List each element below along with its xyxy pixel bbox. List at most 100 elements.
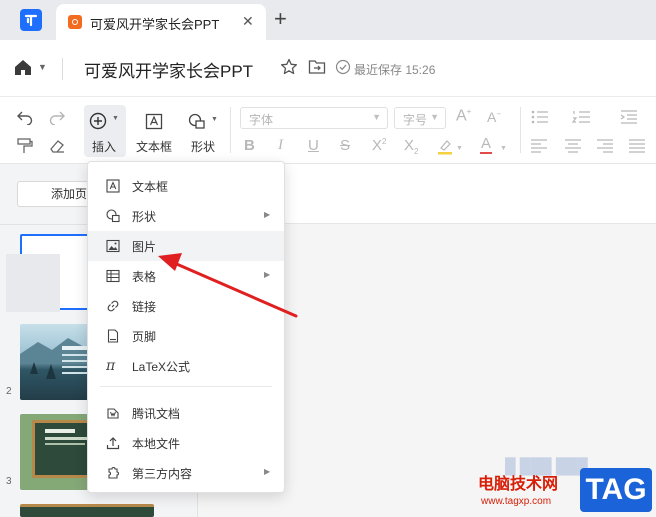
shape-chevron-icon: ▼ bbox=[211, 116, 218, 123]
insert-menu: 文本框 形状 ▶ 图片 表格 ▶ 链接 页脚 π LaTeX公式 腾讯文档 本地… bbox=[87, 161, 285, 493]
divider bbox=[520, 107, 521, 153]
pi-icon: π bbox=[106, 358, 116, 374]
app-logo-icon[interactable] bbox=[20, 9, 42, 31]
toolbar: ▼ 插入 文本框 ▼ 形状 字体 ▼ 字号 ▼ A+ A− B I U S X2… bbox=[0, 96, 656, 164]
menu-item-label: 本地文件 bbox=[132, 437, 181, 451]
menu-item-label: 链接 bbox=[132, 300, 157, 314]
chevron-down-icon: ▼ bbox=[430, 112, 439, 122]
home-icon[interactable] bbox=[13, 58, 33, 76]
align-center-icon[interactable] bbox=[564, 139, 582, 153]
font-family-select[interactable]: 字体 ▼ bbox=[240, 107, 388, 129]
menu-item-tencent-docs[interactable]: 腾讯文档 bbox=[88, 398, 284, 428]
star-icon[interactable] bbox=[280, 58, 298, 76]
redo-icon[interactable] bbox=[48, 109, 66, 125]
numbered-list-icon[interactable] bbox=[572, 109, 592, 125]
align-left-icon[interactable] bbox=[530, 139, 548, 153]
bullet-list-icon[interactable] bbox=[530, 109, 550, 125]
chevron-down-icon[interactable]: ▼ bbox=[456, 145, 463, 152]
submenu-arrow-icon: ▶ bbox=[264, 210, 271, 219]
insert-chevron-icon: ▼ bbox=[112, 115, 119, 122]
menu-item-label: 形状 bbox=[132, 210, 157, 224]
textbox-button[interactable]: 文本框 bbox=[132, 105, 176, 157]
document-tab[interactable]: 可爱风开学家长会PPT ✕ bbox=[56, 4, 266, 40]
bold-icon[interactable]: B bbox=[244, 137, 255, 154]
divider bbox=[62, 58, 63, 80]
menu-item-label: 文本框 bbox=[132, 180, 169, 194]
plus-circle-icon bbox=[89, 112, 107, 130]
menu-item-local-file[interactable]: 本地文件 bbox=[88, 428, 284, 458]
justify-icon[interactable] bbox=[628, 139, 646, 153]
menu-item-link[interactable]: 链接 bbox=[88, 291, 284, 321]
slide-number: 3 bbox=[6, 476, 12, 487]
slide-thumbnail-overlay bbox=[6, 254, 60, 312]
menu-item-footer[interactable]: 页脚 bbox=[88, 321, 284, 351]
textbox-icon bbox=[106, 179, 120, 193]
watermark-tag-badge: TAG bbox=[580, 468, 652, 512]
menu-item-table[interactable]: 表格 ▶ bbox=[88, 261, 284, 291]
shape-icon bbox=[106, 209, 120, 223]
menu-item-textbox[interactable]: 文本框 bbox=[88, 171, 284, 201]
tab-bar: 可爱风开学家长会PPT ✕ + bbox=[0, 0, 656, 40]
watermark-url: www.tagxp.com bbox=[481, 496, 552, 507]
tab-close-icon[interactable]: ✕ bbox=[242, 13, 254, 29]
menu-item-label: 页脚 bbox=[132, 330, 157, 344]
shape-label: 形状 bbox=[191, 140, 216, 154]
eraser-icon[interactable] bbox=[48, 137, 66, 155]
footer-icon bbox=[107, 329, 119, 343]
strikethrough-icon[interactable]: S bbox=[340, 137, 350, 154]
textbox-icon bbox=[145, 113, 163, 130]
slide-number: 2 bbox=[6, 386, 12, 397]
move-to-folder-icon[interactable] bbox=[308, 59, 326, 75]
watermark-site-name: 电脑技术网 bbox=[478, 476, 559, 493]
menu-item-third-party-content[interactable]: 第三方内容 ▶ bbox=[88, 458, 284, 488]
menu-item-label: 腾讯文档 bbox=[132, 407, 181, 421]
indent-icon[interactable] bbox=[620, 109, 638, 125]
tab-title: 可爱风开学家长会PPT bbox=[90, 17, 220, 32]
font-family-placeholder: 字体 bbox=[249, 113, 274, 127]
align-right-icon[interactable] bbox=[596, 139, 614, 153]
link-icon bbox=[107, 300, 119, 312]
font-color-icon[interactable]: A bbox=[480, 136, 493, 154]
subscript-icon[interactable]: X2 bbox=[404, 137, 418, 156]
submenu-arrow-icon: ▶ bbox=[264, 467, 271, 476]
decrease-font-icon[interactable]: A− bbox=[487, 109, 501, 125]
italic-icon[interactable]: I bbox=[278, 137, 283, 154]
highlight-color-icon[interactable] bbox=[436, 137, 454, 155]
new-tab-button[interactable]: + bbox=[274, 7, 287, 31]
insert-label: 插入 bbox=[92, 140, 117, 154]
underline-icon[interactable]: U bbox=[308, 137, 319, 154]
home-menu-chevron-icon[interactable]: ▼ bbox=[38, 62, 47, 72]
undo-icon[interactable] bbox=[16, 109, 34, 125]
menu-item-label: 第三方内容 bbox=[132, 467, 193, 481]
title-bar: ▼ 可爱风开学家长会PPT 最近保存 15:26 bbox=[0, 40, 656, 96]
format-painter-icon[interactable] bbox=[16, 137, 34, 155]
presentation-file-icon bbox=[68, 15, 82, 29]
shape-button[interactable]: ▼ 形状 bbox=[182, 105, 224, 157]
chevron-down-icon[interactable]: ▼ bbox=[500, 145, 507, 152]
save-status: 最近保存 15:26 bbox=[354, 63, 436, 77]
font-size-placeholder: 字号 bbox=[403, 113, 428, 127]
divider bbox=[230, 107, 231, 153]
superscript-icon[interactable]: X2 bbox=[372, 137, 386, 154]
saved-check-icon bbox=[335, 59, 351, 75]
chevron-down-icon: ▼ bbox=[372, 112, 381, 122]
textbox-label: 文本框 bbox=[136, 140, 173, 154]
upload-icon bbox=[106, 437, 120, 450]
tencent-docs-icon bbox=[107, 408, 119, 419]
menu-item-label: 图片 bbox=[132, 240, 157, 254]
shape-icon bbox=[188, 113, 205, 129]
document-title[interactable]: 可爱风开学家长会PPT bbox=[84, 57, 253, 82]
menu-item-shape[interactable]: 形状 ▶ bbox=[88, 201, 284, 231]
increase-font-icon[interactable]: A+ bbox=[456, 107, 471, 125]
menu-item-label: LaTeX公式 bbox=[132, 360, 191, 374]
image-icon bbox=[106, 239, 120, 253]
menu-item-latex-formula[interactable]: π LaTeX公式 bbox=[88, 351, 284, 381]
insert-button[interactable]: ▼ 插入 bbox=[84, 105, 126, 157]
submenu-arrow-icon: ▶ bbox=[264, 270, 271, 279]
menu-divider bbox=[100, 386, 272, 387]
menu-item-image[interactable]: 图片 bbox=[88, 231, 284, 261]
slide-thumbnail-4[interactable] bbox=[20, 504, 154, 517]
menu-item-label: 表格 bbox=[132, 270, 157, 284]
font-size-select[interactable]: 字号 ▼ bbox=[394, 107, 446, 129]
third-party-icon bbox=[108, 467, 119, 479]
